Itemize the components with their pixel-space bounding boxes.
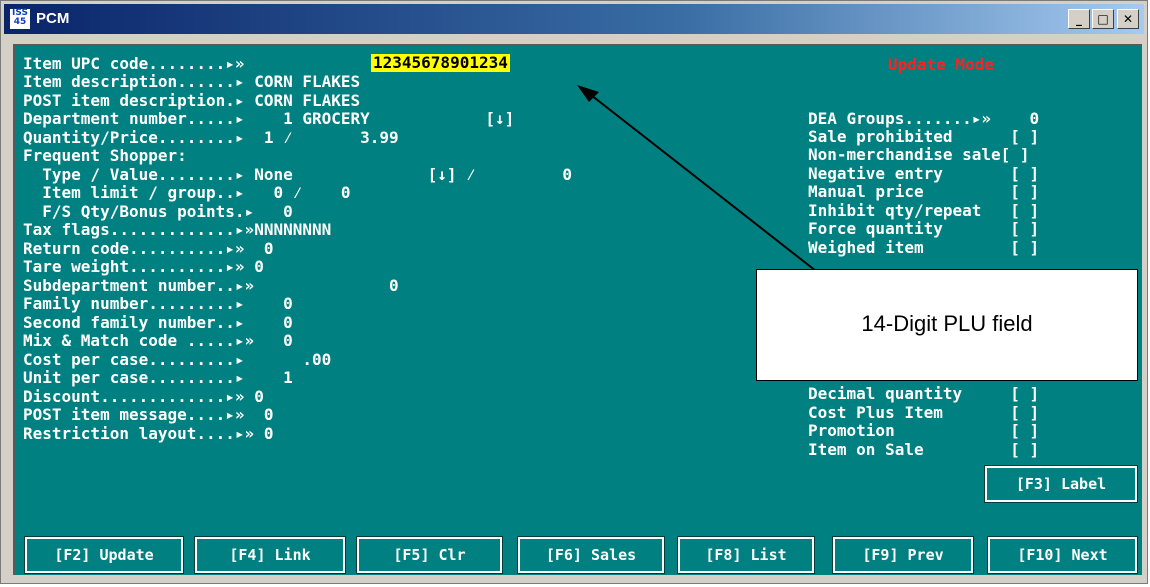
pcm-window: ISS 45 PCM _ □ ✕ Item UPC code........▸»… [0,0,1148,584]
plu-callout: 14-Digit PLU field [756,269,1138,381]
